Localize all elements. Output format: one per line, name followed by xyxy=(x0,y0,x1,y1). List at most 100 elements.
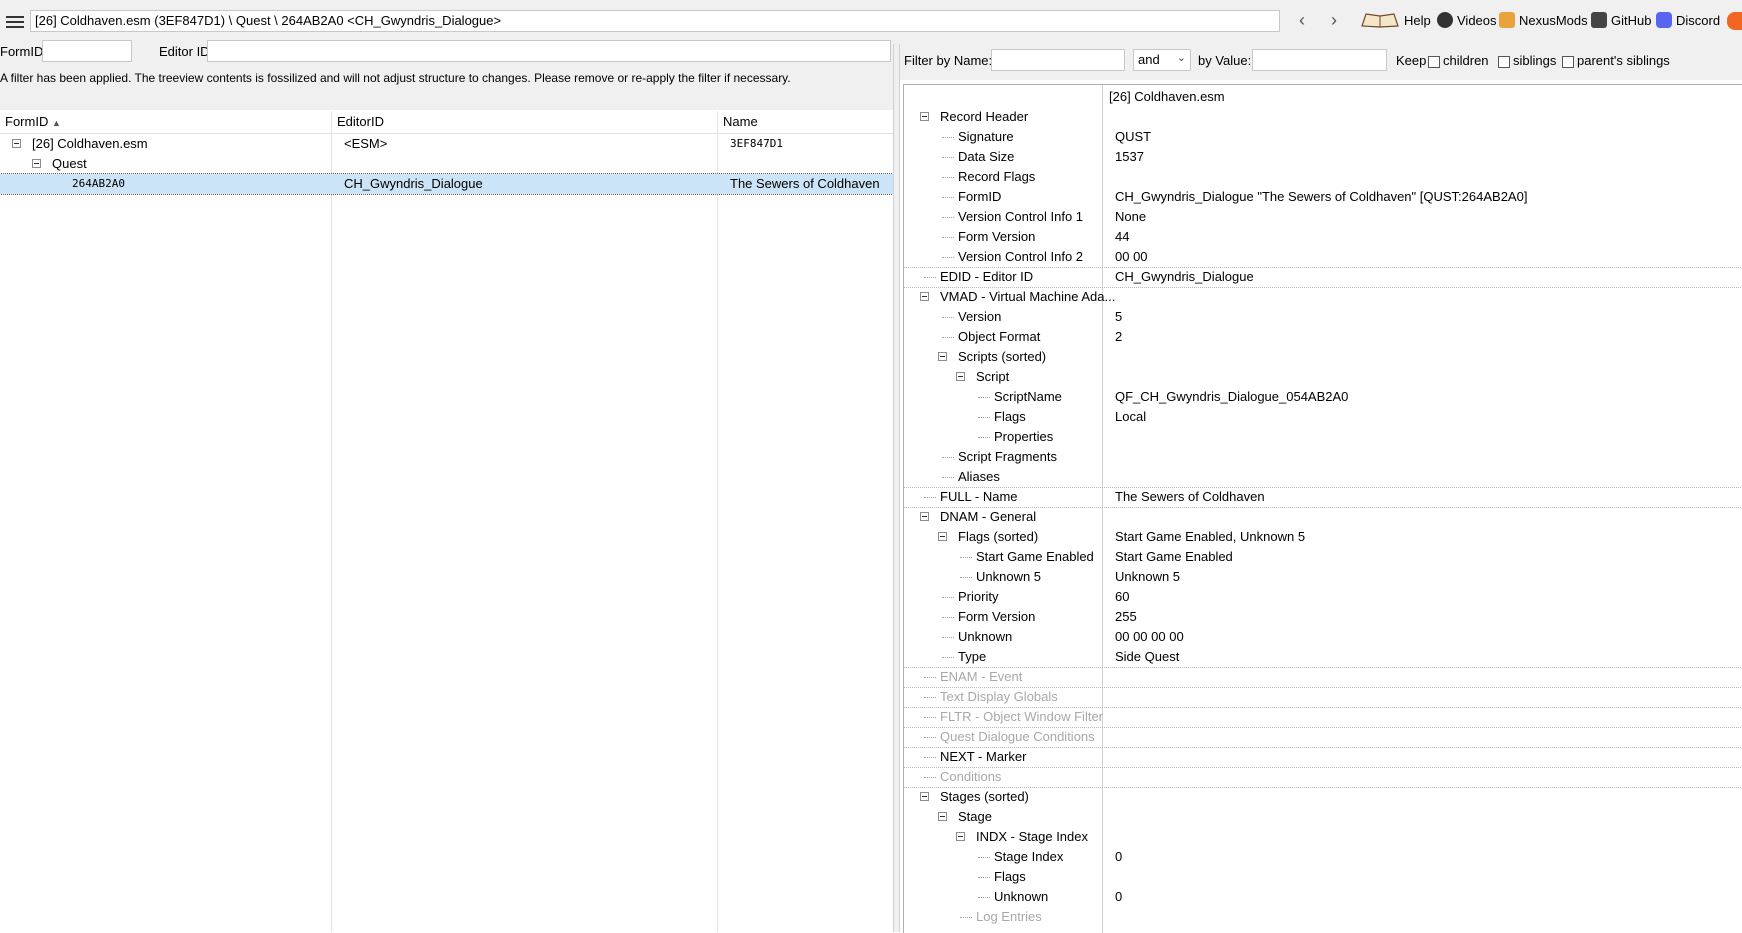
collapse-icon[interactable] xyxy=(12,139,21,148)
record-field-row[interactable]: ScriptName QF_CH_Gwyndris_Dialogue_054AB2… xyxy=(904,387,1742,407)
forward-arrow-icon[interactable]: › xyxy=(1322,10,1346,32)
record-field-row[interactable]: Unknown 0 xyxy=(904,887,1742,907)
github-link[interactable]: GitHub xyxy=(1591,12,1651,28)
filter-value-input[interactable] xyxy=(1252,49,1387,71)
keep-siblings-checkbox[interactable]: siblings xyxy=(1498,53,1556,68)
field-value[interactable]: Start Game Enabled, Unknown 5 xyxy=(1115,527,1305,547)
keep-children-checkbox[interactable]: children xyxy=(1428,53,1489,68)
filter-operator-select[interactable]: and ⌄ xyxy=(1133,49,1191,71)
field-name: Aliases xyxy=(958,469,1000,484)
plugin-column-header[interactable]: [26] Coldhaven.esm xyxy=(1109,87,1225,107)
tree-row-group[interactable]: Quest xyxy=(0,154,893,174)
filter-name-input[interactable] xyxy=(991,49,1125,71)
field-value[interactable]: 60 xyxy=(1115,587,1129,607)
collapse-icon[interactable] xyxy=(920,112,929,121)
field-value[interactable]: The Sewers of Coldhaven xyxy=(1115,487,1265,507)
collapse-icon[interactable] xyxy=(938,352,947,361)
column-header-name[interactable]: Name xyxy=(723,114,758,129)
field-value[interactable]: 00 00 xyxy=(1115,247,1148,267)
record-field-row[interactable]: Flags Local xyxy=(904,407,1742,427)
field-value[interactable]: Local xyxy=(1115,407,1146,427)
record-field-row[interactable]: Unknown 00 00 00 00 xyxy=(904,627,1742,647)
record-field-row[interactable]: FormID CH_Gwyndris_Dialogue "The Sewers o… xyxy=(904,187,1742,207)
collapse-icon[interactable] xyxy=(920,792,929,801)
collapse-icon[interactable] xyxy=(920,512,929,521)
field-value[interactable]: QF_CH_Gwyndris_Dialogue_054AB2A0 xyxy=(1115,387,1348,407)
formid-filter-input[interactable] xyxy=(42,40,132,62)
record-field-row[interactable]: Log Entries xyxy=(904,907,1742,927)
record-field-row[interactable]: Conditions xyxy=(904,767,1742,788)
record-field-row[interactable]: Type Side Quest xyxy=(904,647,1742,668)
record-field-row[interactable]: Script Fragments xyxy=(904,447,1742,467)
column-header-formid[interactable]: FormID ▲ xyxy=(5,114,61,129)
record-field-row[interactable]: Text Display Globals xyxy=(904,687,1742,708)
record-field-row[interactable]: ENAM - Event xyxy=(904,667,1742,688)
patreon-icon[interactable] xyxy=(1727,12,1742,30)
field-value[interactable]: Start Game Enabled xyxy=(1115,547,1233,567)
field-value[interactable]: 00 00 00 00 xyxy=(1115,627,1184,647)
nexusmods-link[interactable]: NexusMods xyxy=(1499,12,1588,28)
collapse-icon[interactable] xyxy=(920,292,929,301)
record-field-row[interactable]: Flags (sorted) Start Game Enabled, Unknow… xyxy=(904,527,1742,547)
record-field-row[interactable]: Data Size 1537 xyxy=(904,147,1742,167)
record-field-row[interactable]: Priority 60 xyxy=(904,587,1742,607)
help-link[interactable]: Help xyxy=(1360,12,1431,28)
record-field-row[interactable]: EDID - Editor ID CH_Gwyndris_Dialogue xyxy=(904,267,1742,288)
collapse-icon[interactable] xyxy=(938,812,947,821)
record-field-row[interactable]: Scripts (sorted) xyxy=(904,347,1742,367)
field-value[interactable]: 2 xyxy=(1115,327,1122,347)
field-value[interactable]: 5 xyxy=(1115,307,1122,327)
back-arrow-icon[interactable]: ‹ xyxy=(1290,10,1314,32)
field-value[interactable]: QUST xyxy=(1115,127,1151,147)
panel-splitter[interactable] xyxy=(893,44,900,932)
collapse-icon[interactable] xyxy=(938,532,947,541)
record-field-row[interactable]: Version Control Info 1 None xyxy=(904,207,1742,227)
field-value[interactable]: None xyxy=(1115,207,1146,227)
record-field-row[interactable]: INDX - Stage Index xyxy=(904,827,1742,847)
collapse-icon[interactable] xyxy=(956,832,965,841)
record-field-row[interactable]: Unknown 5 Unknown 5 xyxy=(904,567,1742,587)
field-value[interactable]: CH_Gwyndris_Dialogue "The Sewers of Cold… xyxy=(1115,187,1527,207)
record-field-row[interactable]: DNAM - General xyxy=(904,507,1742,527)
collapse-icon[interactable] xyxy=(956,372,965,381)
record-path-field[interactable]: [26] Coldhaven.esm (3EF847D1) \ Quest \ … xyxy=(30,10,1280,32)
record-field-row[interactable]: Record Flags xyxy=(904,167,1742,187)
keep-parents-siblings-checkbox[interactable]: parent's siblings xyxy=(1562,53,1670,68)
record-field-row[interactable]: Flags xyxy=(904,867,1742,887)
field-value[interactable]: Side Quest xyxy=(1115,647,1179,667)
record-field-row[interactable]: FLTR - Object Window Filter xyxy=(904,707,1742,728)
record-field-row[interactable]: Start Game Enabled Start Game Enabled xyxy=(904,547,1742,567)
field-value[interactable]: CH_Gwyndris_Dialogue xyxy=(1115,267,1254,287)
discord-link[interactable]: Discord xyxy=(1656,12,1720,28)
field-value[interactable]: 0 xyxy=(1115,847,1122,867)
record-field-row[interactable]: NEXT - Marker xyxy=(904,747,1742,768)
column-header-editorid[interactable]: EditorID xyxy=(337,114,384,129)
field-value[interactable]: 255 xyxy=(1115,607,1137,627)
record-field-row[interactable]: Version Control Info 2 00 00 xyxy=(904,247,1742,268)
record-field-row[interactable]: Object Format 2 xyxy=(904,327,1742,347)
editorid-filter-input[interactable] xyxy=(207,40,891,62)
record-field-row[interactable]: Properties xyxy=(904,427,1742,447)
record-field-row[interactable]: Stage Index 0 xyxy=(904,847,1742,867)
record-field-row[interactable]: Signature QUST xyxy=(904,127,1742,147)
collapse-icon[interactable] xyxy=(32,159,41,168)
field-value[interactable]: 1537 xyxy=(1115,147,1144,167)
record-field-row[interactable]: Record Header xyxy=(904,107,1742,127)
record-field-row[interactable]: Script xyxy=(904,367,1742,387)
record-field-row[interactable]: Version 5 xyxy=(904,307,1742,327)
record-field-row[interactable]: VMAD - Virtual Machine Ada... xyxy=(904,287,1742,307)
tree-row-plugin[interactable]: [26] Coldhaven.esm <ESM> 3EF847D1 xyxy=(0,134,893,154)
field-value[interactable]: 0 xyxy=(1115,887,1122,907)
record-field-row[interactable]: Aliases xyxy=(904,467,1742,488)
field-value[interactable]: 44 xyxy=(1115,227,1129,247)
record-field-row[interactable]: Stage xyxy=(904,807,1742,827)
record-field-row[interactable]: Form Version 255 xyxy=(904,607,1742,627)
videos-link[interactable]: Videos xyxy=(1437,12,1497,28)
field-value[interactable]: Unknown 5 xyxy=(1115,567,1180,587)
record-field-row[interactable]: FULL - Name The Sewers of Coldhaven xyxy=(904,487,1742,508)
tree-row-record-selected[interactable]: 264AB2A0 CH_Gwyndris_Dialogue The Sewers… xyxy=(0,173,894,195)
record-field-row[interactable]: Quest Dialogue Conditions xyxy=(904,727,1742,748)
hamburger-menu-icon[interactable] xyxy=(6,13,24,29)
record-field-row[interactable]: Stages (sorted) xyxy=(904,787,1742,807)
record-field-row[interactable]: Form Version 44 xyxy=(904,227,1742,247)
